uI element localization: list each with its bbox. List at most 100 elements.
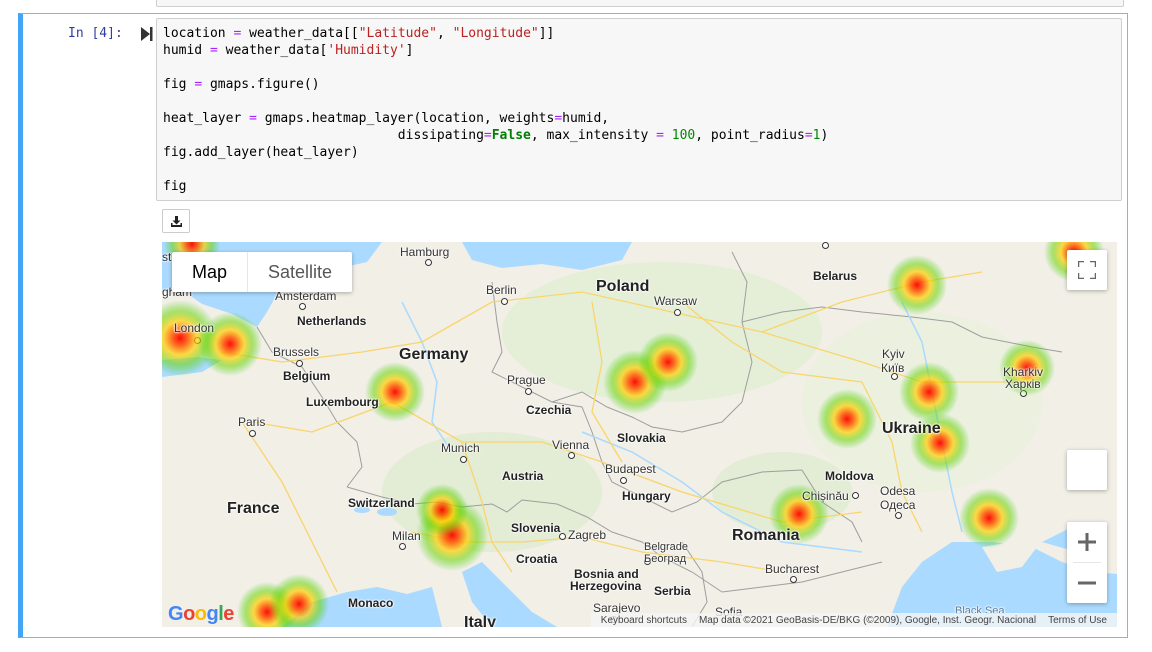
terms-of-use-link[interactable]: Terms of Use (1042, 615, 1113, 626)
code-token: fig.add_layer(heat_layer) (163, 145, 359, 160)
code-token: fig (163, 77, 195, 92)
map-place-label: Switzerland (348, 496, 415, 510)
map-place-label: Romania (732, 527, 800, 544)
map-place-label: France (227, 500, 280, 517)
map-place-label: Belgrade (644, 541, 689, 553)
map-place-label: Munich (441, 441, 480, 455)
minus-icon (1078, 581, 1096, 585)
map-place-label: Ukraine (882, 420, 941, 437)
city-dot-warsaw (674, 309, 681, 316)
code-token: = (249, 111, 257, 126)
google-logo[interactable]: Google (168, 603, 234, 626)
map-place-label: Odesa (880, 484, 916, 498)
code-token: , (436, 26, 453, 41)
previous-cell-bottom (156, 0, 1124, 7)
code-token: , max_intensity (530, 128, 657, 143)
city-dot-odesa (895, 512, 902, 519)
code-token: heat_layer (163, 111, 250, 126)
code-token: gmaps.figure() (202, 77, 320, 92)
street-view-pegman-button[interactable] (1067, 450, 1107, 490)
code-token: gmaps.heatmap_layer(location, weights (256, 111, 555, 126)
code-editor[interactable]: location = weather_data[["Latitude", "Lo… (163, 25, 828, 195)
city-dot-london (194, 337, 201, 344)
zoom-out-button[interactable] (1067, 563, 1107, 603)
code-token: = (194, 77, 203, 92)
map-place-label: Kyiv (882, 347, 905, 361)
map-widget[interactable]: Hamburg Poland Belarus Berlin Warsaw Amsterda… (162, 242, 1117, 627)
map-attribution: Keyboard shortcuts Map data ©2021 GeoBas… (590, 613, 1117, 627)
fullscreen-button[interactable] (1067, 250, 1107, 290)
map-place-label: Харків (1005, 377, 1041, 391)
code-token: 100 (671, 128, 696, 143)
map-place-label: Austria (502, 469, 544, 483)
map-place-label: Hamburg (400, 245, 450, 259)
map-place-label: Belgium (283, 369, 331, 383)
city-dot-brussels (296, 360, 303, 367)
map-place-label: Vienna (552, 438, 590, 452)
map-data-text: Map data ©2021 GeoBasis-DE/BKG (©2009), … (698, 614, 1037, 626)
city-dot-minsk (822, 242, 829, 249)
code-token: ) (820, 128, 829, 143)
code-token: , point_radius (695, 128, 805, 143)
code-token: "Longitude" (452, 26, 539, 41)
code-token: fig (163, 179, 187, 194)
map-place-label: Slovakia (617, 431, 666, 445)
map-place-label: Netherlands (297, 314, 367, 328)
city-dot-prague (525, 388, 532, 395)
map-type-satellite-button[interactable]: Satellite (248, 252, 352, 292)
code-token: 'Humidity' (327, 43, 406, 58)
map-place-label: Poland (596, 278, 650, 295)
map-place-label: London (174, 321, 215, 335)
code-token: = (209, 43, 218, 58)
code-token: = (554, 111, 563, 126)
code-token: "Latitude" (358, 26, 437, 41)
map-type-map-button[interactable]: Map (172, 252, 249, 292)
city-dot-berlin (501, 298, 508, 305)
map-place-label: Київ (881, 361, 905, 375)
code-line: location = weather_data[["Latitude", "Lo… (163, 26, 554, 41)
city-dot-budapest (620, 477, 627, 484)
map-place-label: Hungary (622, 489, 671, 503)
city-dot-vienna (568, 452, 575, 459)
cell-prompt: In [4]: (68, 26, 123, 41)
plus-icon (1078, 533, 1096, 551)
code-token: ] (405, 43, 414, 58)
download-button[interactable] (162, 209, 190, 233)
zoom-in-button[interactable] (1067, 522, 1107, 562)
city-dot-milan (399, 543, 406, 550)
run-cell-icon[interactable] (141, 27, 153, 41)
map-place-label: Belarus (813, 269, 858, 283)
city-dot-amsterdam (299, 303, 306, 310)
code-token: weather_data[[ (241, 26, 359, 41)
download-icon (171, 216, 182, 227)
code-line: humid = weather_data['Humidity'] (163, 43, 413, 58)
map-place-label: Germany (399, 346, 469, 363)
map-place-label: Одеса (880, 498, 916, 512)
city-dot-zagreb (559, 533, 566, 540)
code-token: humid (163, 43, 210, 58)
code-token: False (491, 128, 531, 143)
code-token: humid, (562, 111, 610, 126)
map-type-control[interactable]: Map Satellite (172, 252, 353, 292)
code-token: = (804, 128, 813, 143)
map-place-label: Luxembourg (306, 395, 379, 409)
map-place-label: Budapest (605, 462, 656, 476)
code-line: fig (163, 179, 186, 194)
zoom-control[interactable] (1067, 522, 1107, 603)
keyboard-shortcuts-link[interactable]: Keyboard shortcuts (595, 615, 693, 626)
map-place-label: Slovenia (511, 521, 561, 535)
map-place-label: st (162, 250, 172, 264)
map-place-label: Milan (392, 529, 421, 543)
code-input-area[interactable]: location = weather_data[["Latitude", "Lo… (156, 18, 1122, 201)
map-place-label: Zagreb (568, 528, 607, 542)
map-place-label: Београд (644, 553, 687, 565)
code-line: dissipating=False, max_intensity = 100, … (163, 128, 829, 143)
map-place-label: Croatia (516, 552, 558, 566)
code-line: fig.add_layer(heat_layer) (163, 145, 359, 160)
code-token: weather_data[ (217, 43, 328, 58)
map-place-label: Brussels (273, 345, 320, 359)
code-token: = (656, 128, 664, 143)
map-place-label: Prague (507, 373, 546, 387)
code-line: fig = gmaps.figure() (163, 77, 320, 92)
map-place-label: Monaco (348, 596, 394, 610)
